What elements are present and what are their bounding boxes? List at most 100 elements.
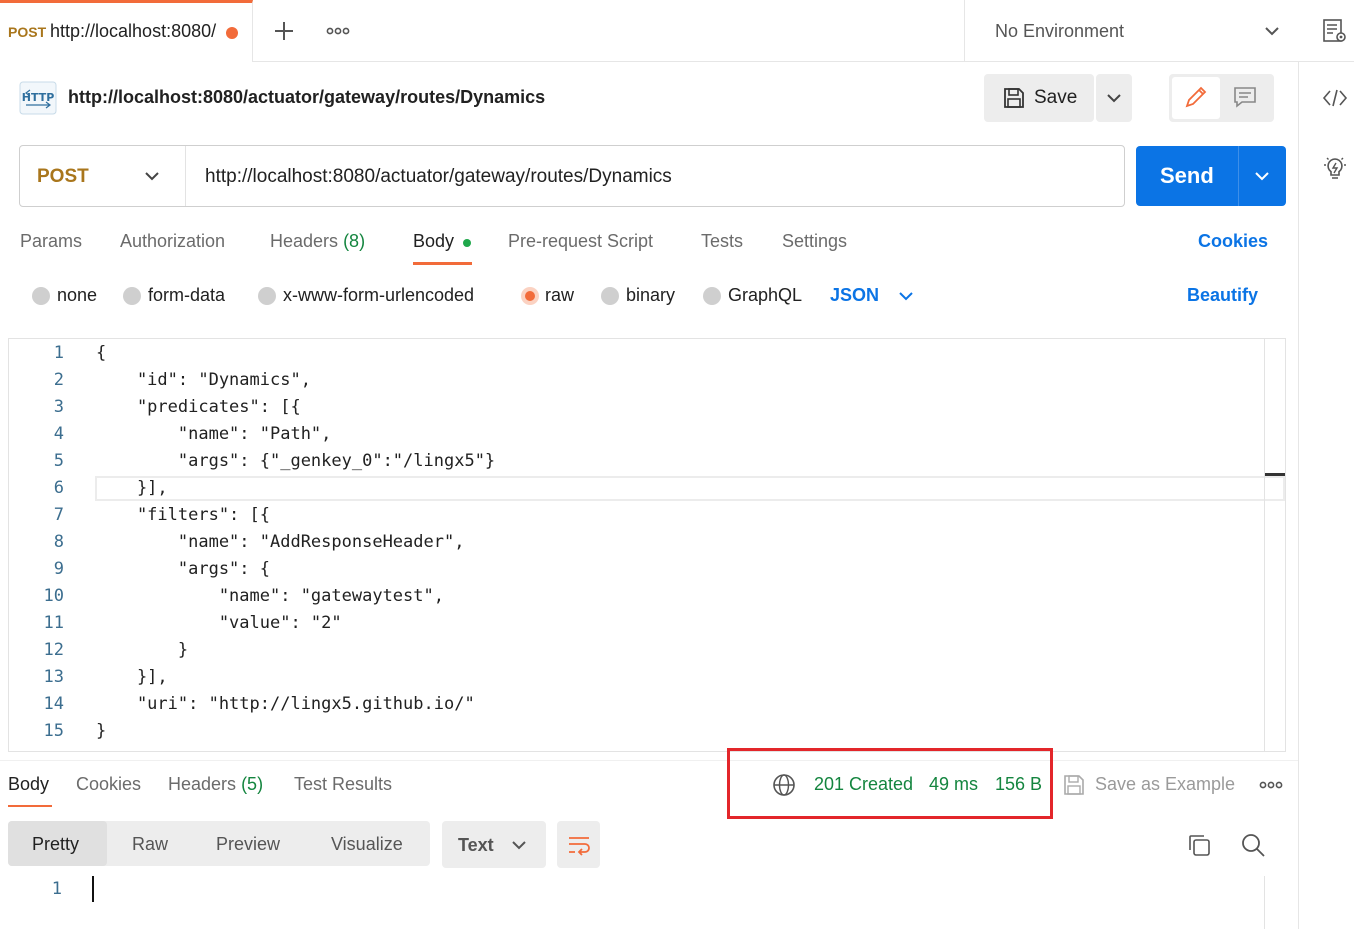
tab-headers-label: Headers bbox=[270, 231, 339, 251]
radio-urlencoded[interactable] bbox=[258, 287, 276, 305]
line-number: 9 bbox=[53, 559, 64, 579]
code-line[interactable]: }], bbox=[96, 667, 168, 687]
chevron-down-icon[interactable] bbox=[144, 170, 160, 182]
tab-tests[interactable]: Tests bbox=[701, 231, 743, 252]
line-number: 4 bbox=[53, 424, 64, 444]
tab-body[interactable]: Body bbox=[413, 231, 454, 252]
body-format-select[interactable]: JSON bbox=[830, 285, 879, 306]
code-line[interactable]: "uri": "http://lingx5.github.io/" bbox=[96, 694, 475, 714]
radio-urlencoded-label[interactable]: x-www-form-urlencoded bbox=[283, 285, 474, 306]
more-options-icon[interactable] bbox=[1259, 779, 1283, 791]
url-divider bbox=[185, 146, 186, 206]
line-number: 13 bbox=[43, 667, 64, 687]
radio-none[interactable] bbox=[32, 287, 50, 305]
code-line[interactable]: "args": {"_genkey_0":"/lingx5"} bbox=[96, 451, 495, 471]
line-number: 10 bbox=[43, 586, 64, 606]
code-line[interactable]: } bbox=[96, 640, 188, 660]
response-tab-body[interactable]: Body bbox=[8, 774, 49, 795]
code-line[interactable]: "name": "AddResponseHeader", bbox=[96, 532, 465, 552]
tab-settings[interactable]: Settings bbox=[782, 231, 847, 252]
send-label: Send bbox=[1160, 163, 1214, 188]
environment-quicklook-icon[interactable] bbox=[1322, 18, 1348, 44]
comment-icon[interactable] bbox=[1233, 86, 1257, 108]
line-number: 14 bbox=[43, 694, 64, 714]
line-number: 3 bbox=[53, 397, 64, 417]
tab-url: http://localhost:8080/ bbox=[50, 21, 217, 41]
response-tab-headers-count: (5) bbox=[241, 774, 264, 794]
response-tab-test-results[interactable]: Test Results bbox=[294, 774, 392, 795]
response-active-underline bbox=[8, 805, 52, 807]
radio-none-label[interactable]: none bbox=[57, 285, 97, 306]
response-status[interactable]: 201 Created bbox=[814, 774, 913, 795]
response-size[interactable]: 156 B bbox=[995, 774, 1042, 795]
response-time[interactable]: 49 ms bbox=[929, 774, 978, 795]
save-as-example-button[interactable]: Save as Example bbox=[1095, 774, 1235, 795]
line-number: 11 bbox=[43, 613, 64, 633]
code-snippet-icon[interactable] bbox=[1322, 88, 1348, 108]
radio-binary[interactable] bbox=[601, 287, 619, 305]
save-disk-icon bbox=[1002, 86, 1026, 110]
editor-scrollbar[interactable] bbox=[1264, 339, 1265, 751]
beautify-button[interactable]: Beautify bbox=[1187, 285, 1258, 306]
editor-scroll-marker bbox=[1265, 473, 1285, 476]
radio-binary-label[interactable]: binary bbox=[626, 285, 675, 306]
active-tab-underline bbox=[413, 262, 472, 265]
radio-raw-label[interactable]: raw bbox=[545, 285, 574, 306]
format-visualize[interactable]: Visualize bbox=[331, 834, 403, 855]
radio-form-data[interactable] bbox=[123, 287, 141, 305]
code-line[interactable]: } bbox=[96, 721, 106, 741]
copy-icon[interactable] bbox=[1186, 832, 1212, 858]
tab-headers[interactable]: Headers (8) bbox=[270, 231, 365, 252]
tab-params[interactable]: Params bbox=[20, 231, 82, 252]
code-line[interactable]: "name": "Path", bbox=[96, 424, 332, 444]
line-number: 15 bbox=[43, 721, 64, 741]
radio-form-data-label[interactable]: form-data bbox=[148, 285, 225, 306]
lightbulb-icon[interactable] bbox=[1322, 155, 1348, 183]
code-line[interactable]: "predicates": [{ bbox=[96, 397, 301, 417]
line-number: 12 bbox=[43, 640, 64, 660]
tab-pre-request-script[interactable]: Pre-request Script bbox=[508, 231, 653, 252]
tab-method: POST bbox=[8, 24, 47, 40]
response-tab-headers[interactable]: Headers (5) bbox=[168, 774, 263, 795]
response-divider bbox=[0, 760, 1298, 761]
code-line[interactable]: "id": "Dynamics", bbox=[96, 370, 311, 390]
format-pretty[interactable]: Pretty bbox=[32, 834, 79, 855]
method-select[interactable]: POST bbox=[37, 166, 89, 188]
radio-raw[interactable] bbox=[521, 287, 539, 305]
chevron-down-icon[interactable] bbox=[898, 290, 914, 302]
radio-graphql[interactable] bbox=[703, 287, 721, 305]
search-icon[interactable] bbox=[1240, 832, 1266, 858]
globe-icon[interactable] bbox=[772, 773, 796, 797]
radio-graphql-label[interactable]: GraphQL bbox=[728, 285, 802, 306]
unsaved-dot-icon bbox=[226, 27, 238, 39]
code-line[interactable]: "args": { bbox=[96, 559, 270, 579]
code-line[interactable]: "name": "gatewaytest", bbox=[96, 586, 444, 606]
save-label: Save bbox=[1034, 87, 1078, 108]
response-scrollbar[interactable] bbox=[1264, 876, 1265, 929]
line-number: 2 bbox=[53, 370, 64, 390]
format-preview[interactable]: Preview bbox=[216, 834, 280, 855]
cookies-link[interactable]: Cookies bbox=[1198, 231, 1268, 252]
line-number: 7 bbox=[53, 505, 64, 525]
response-language-label: Text bbox=[458, 835, 494, 855]
more-tabs-icon[interactable] bbox=[326, 25, 350, 37]
wrap-lines-icon bbox=[566, 832, 592, 858]
tab-authorization[interactable]: Authorization bbox=[120, 231, 225, 252]
response-tab-cookies[interactable]: Cookies bbox=[76, 774, 141, 795]
send-options-chevron-icon[interactable] bbox=[1254, 170, 1270, 182]
url-input[interactable]: http://localhost:8080/actuator/gateway/r… bbox=[205, 166, 672, 188]
format-raw[interactable]: Raw bbox=[132, 834, 168, 855]
line-number: 8 bbox=[53, 532, 64, 552]
code-line[interactable]: }], bbox=[96, 478, 168, 498]
text-cursor bbox=[92, 876, 94, 902]
chevron-down-icon[interactable] bbox=[1264, 25, 1280, 37]
chevron-down-icon bbox=[1106, 92, 1122, 104]
code-line[interactable]: "filters": [{ bbox=[96, 505, 270, 525]
pencil-icon bbox=[1183, 84, 1209, 110]
code-line[interactable]: { bbox=[96, 343, 106, 363]
body-indicator-dot-icon bbox=[463, 239, 471, 247]
response-tab-headers-label: Headers bbox=[168, 774, 237, 794]
code-line[interactable]: "value": "2" bbox=[96, 613, 342, 633]
request-title[interactable]: http://localhost:8080/actuator/gateway/r… bbox=[68, 87, 545, 108]
new-tab-plus-icon[interactable] bbox=[272, 19, 296, 43]
